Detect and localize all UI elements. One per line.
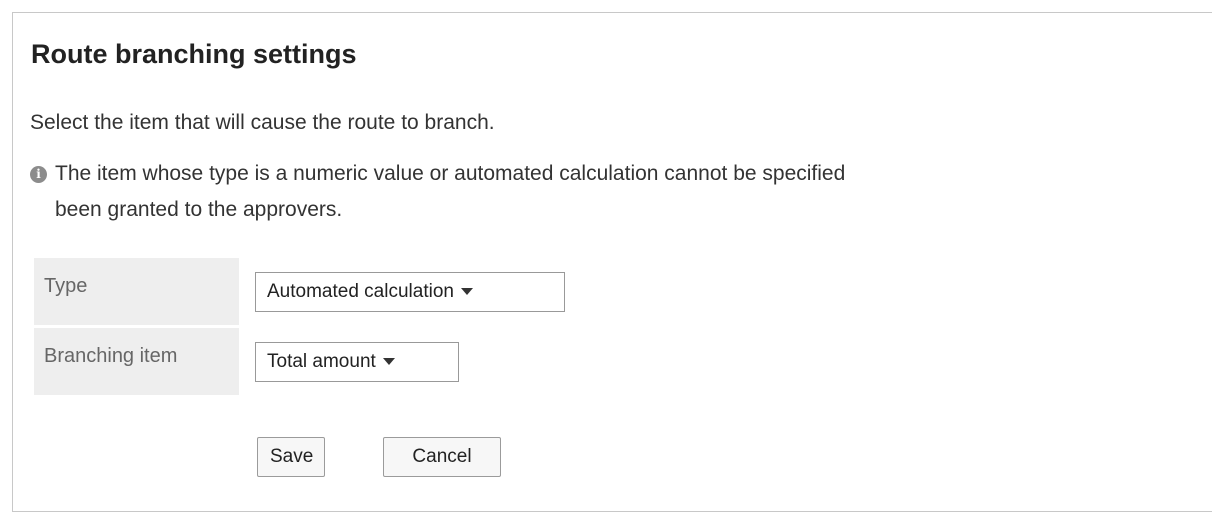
info-note-line2: been granted to the approvers. xyxy=(55,198,343,221)
save-button[interactable]: Save xyxy=(257,437,325,477)
type-select[interactable]: Automated calculation xyxy=(255,271,565,312)
settings-panel: Route branching settings Select the item… xyxy=(12,12,1212,512)
type-select-value: Automated calculation xyxy=(267,280,454,302)
branching-item-label: Branching item xyxy=(34,328,239,395)
branching-item-row: Branching item Total amount xyxy=(34,328,565,395)
type-row: Type Automated calculation xyxy=(34,258,565,325)
type-label: Type xyxy=(34,258,239,325)
info-note-line1: The item whose type is a numeric value o… xyxy=(55,162,846,185)
branching-item-select-value: Total amount xyxy=(267,350,376,372)
info-icon: i xyxy=(30,165,47,183)
chevron-down-icon xyxy=(382,358,395,365)
branching-item-select[interactable]: Total amount xyxy=(255,341,459,382)
page-description: Select the item that will cause the rout… xyxy=(30,111,495,134)
settings-form: Type Automated calculation Branching ite… xyxy=(34,255,565,398)
cancel-button[interactable]: Cancel xyxy=(383,437,501,477)
page-title: Route branching settings xyxy=(31,39,357,69)
chevron-down-icon xyxy=(460,288,473,295)
info-note: i The item whose type is a numeric value… xyxy=(30,156,1212,228)
